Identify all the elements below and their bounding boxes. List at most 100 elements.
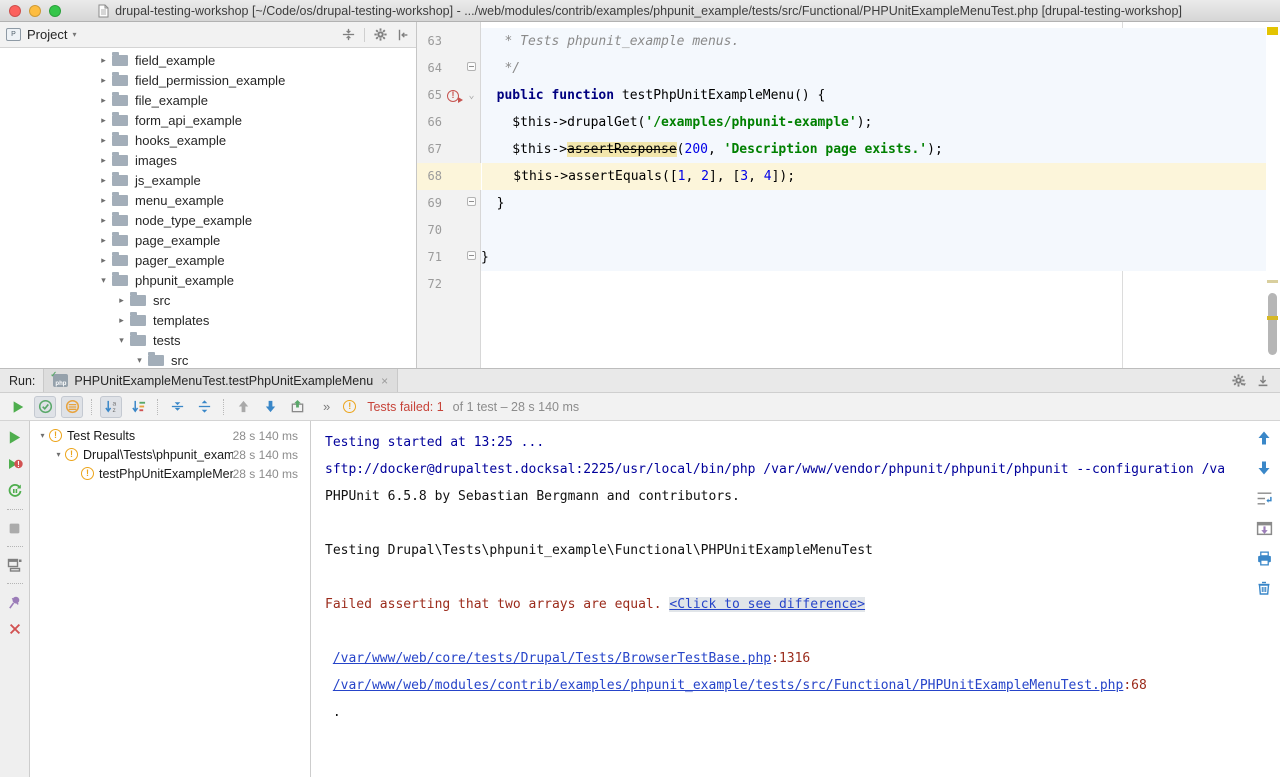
down-the-stack-trace-button[interactable] [1255,459,1273,477]
tree-collapsed-arrow-icon[interactable]: ▸ [114,315,129,326]
fold-collapse-icon[interactable] [467,197,476,206]
console-link[interactable]: /var/www/web/modules/contrib/examples/ph… [333,678,1124,693]
code-editor[interactable]: 63 * Tests phpunit_example menus.64 */65… [417,22,1280,368]
clear-console-trash-icon[interactable] [1255,579,1273,597]
project-tree-item-tests[interactable]: ▾tests [0,330,416,350]
console-link[interactable]: /var/www/web/core/tests/Drupal/Tests/Bro… [333,651,771,666]
collapse-all-button[interactable] [193,396,215,418]
tree-collapsed-arrow-icon[interactable]: ▸ [96,135,111,146]
next-failed-test-button[interactable] [259,396,281,418]
console-link[interactable]: <Click to see difference> [669,597,865,612]
code-text[interactable]: } [481,190,1266,217]
failed-test-gutter-icon[interactable]: ! [442,90,464,102]
project-tree-item-file_example[interactable]: ▸file_example [0,90,416,110]
tree-collapsed-arrow-icon[interactable]: ▸ [96,195,111,206]
error-stripe-caret-mark[interactable] [1267,316,1278,320]
code-text[interactable]: public function testPhpUnitExampleMenu()… [481,82,1266,109]
toggle-auto-test-button[interactable] [6,482,24,500]
code-text[interactable]: $this->assertEquals([1, 2], [3, 4]); [482,163,1266,190]
expand-all-button[interactable] [166,396,188,418]
tree-expanded-arrow-icon[interactable]: ▾ [132,355,147,366]
run-settings-gear-icon[interactable] [1231,373,1246,388]
project-tree-item-images[interactable]: ▸images [0,150,416,170]
close-tab-icon[interactable]: × [381,374,388,388]
code-text[interactable] [481,217,1266,244]
project-tree-item-src[interactable]: ▸src [0,290,416,310]
project-tree-item-phpunit_example[interactable]: ▾phpunit_example [0,270,416,290]
project-tree-item-form_api_example[interactable]: ▸form_api_example [0,110,416,130]
project-tree-item-js_example[interactable]: ▸js_example [0,170,416,190]
code-text[interactable]: */ [481,55,1266,82]
project-tree-item-field_example[interactable]: ▸field_example [0,50,416,70]
project-tree-item-page_example[interactable]: ▸page_example [0,230,416,250]
rerun-button[interactable] [6,428,24,446]
tree-collapsed-arrow-icon[interactable]: ▸ [96,55,111,66]
previous-failed-test-button[interactable] [232,396,254,418]
failed-test-icon[interactable]: ! [447,90,459,102]
more-actions-chevron[interactable]: » [323,399,330,414]
tree-collapsed-arrow-icon[interactable]: ▸ [96,175,111,186]
close-run-panel-button[interactable] [6,620,24,638]
fold-marker-icon[interactable] [464,55,479,82]
error-stripe-mark[interactable] [1267,280,1278,283]
hide-project-panel-icon[interactable] [396,28,410,42]
fold-marker-icon[interactable]: ⌄ [464,82,479,109]
code-text[interactable]: } [481,244,1266,271]
project-tree-item-templates[interactable]: ▸templates [0,310,416,330]
stop-button[interactable] [6,519,24,537]
tree-collapsed-arrow-icon[interactable]: ▸ [96,115,111,126]
project-tree-item-field_permission_example[interactable]: ▸field_permission_example [0,70,416,90]
test-console[interactable]: Testing started at 13:25 ...sftp://docke… [311,421,1280,777]
show-passed-toggle[interactable] [34,396,56,418]
code-text[interactable]: $this->drupalGet('/examples/phpunit-exam… [481,109,1266,136]
sort-alphabetically-toggle[interactable]: az [100,396,122,418]
close-window-button[interactable] [9,5,21,17]
code-text[interactable]: * Tests phpunit_example menus. [481,28,1266,55]
export-test-results-button[interactable] [286,396,308,418]
error-stripe-warning-mark[interactable] [1267,27,1278,35]
project-tree-item-menu_example[interactable]: ▸menu_example [0,190,416,210]
tree-expanded-arrow-icon[interactable]: ▾ [96,275,111,286]
test-tree-item[interactable]: ▾!Test Results28 s 140 ms [30,426,310,445]
tree-collapsed-arrow-icon[interactable]: ▸ [96,215,111,226]
print-button[interactable] [1255,549,1273,567]
project-tree-item-hooks_example[interactable]: ▸hooks_example [0,130,416,150]
up-the-stack-trace-button[interactable] [1255,429,1273,447]
tree-expanded-arrow-icon[interactable]: ▾ [52,450,65,459]
test-tree-item[interactable]: ▾!Drupal\Tests\phpunit_example28 s 140 m… [30,445,310,464]
sort-by-duration-button[interactable] [127,396,149,418]
rerun-failed-tests-button[interactable]: ! [6,455,24,473]
fold-marker-icon[interactable] [464,190,479,217]
restore-layout-button[interactable] [6,556,24,574]
fold-collapse-icon[interactable] [467,251,476,260]
scroll-from-source-icon[interactable] [341,27,356,42]
editor-scrollbar-thumb[interactable] [1268,293,1277,355]
soft-wrap-toggle-icon[interactable] [1255,489,1273,507]
fold-marker-icon[interactable] [464,244,479,271]
tree-expanded-arrow-icon[interactable]: ▾ [36,431,49,440]
tree-collapsed-arrow-icon[interactable]: ▸ [96,155,111,166]
pin-tab-button[interactable] [6,593,24,611]
project-tree-item-node_type_example[interactable]: ▸node_type_example [0,210,416,230]
fold-collapse-icon[interactable] [467,62,476,71]
tree-expanded-arrow-icon[interactable]: ▾ [114,335,129,346]
rerun-tests-button[interactable] [7,396,29,418]
tree-collapsed-arrow-icon[interactable]: ▸ [96,255,111,266]
tree-collapsed-arrow-icon[interactable]: ▸ [96,235,111,246]
project-settings-gear-icon[interactable] [373,27,388,42]
hide-run-panel-icon[interactable] [1256,374,1270,388]
code-text[interactable]: $this->assertResponse(200, 'Description … [481,136,1266,163]
show-ignored-toggle[interactable] [61,396,83,418]
project-tree-item-pager_example[interactable]: ▸pager_example [0,250,416,270]
tree-collapsed-arrow-icon[interactable]: ▸ [96,95,111,106]
code-text[interactable] [481,271,1266,298]
project-tree-item-src[interactable]: ▾src [0,350,416,368]
zoom-window-button[interactable] [49,5,61,17]
run-configuration-tab[interactable]: php PHPUnitExampleMenuTest.testPhpUnitEx… [43,369,398,392]
project-view-dropdown-icon[interactable]: ▾ [72,30,76,39]
tree-collapsed-arrow-icon[interactable]: ▸ [96,75,111,86]
import-test-results-button[interactable] [1255,519,1273,537]
tree-collapsed-arrow-icon[interactable]: ▸ [114,295,129,306]
minimize-window-button[interactable] [29,5,41,17]
test-tree-item[interactable]: !testPhpUnitExampleMenu28 s 140 ms [30,464,310,483]
